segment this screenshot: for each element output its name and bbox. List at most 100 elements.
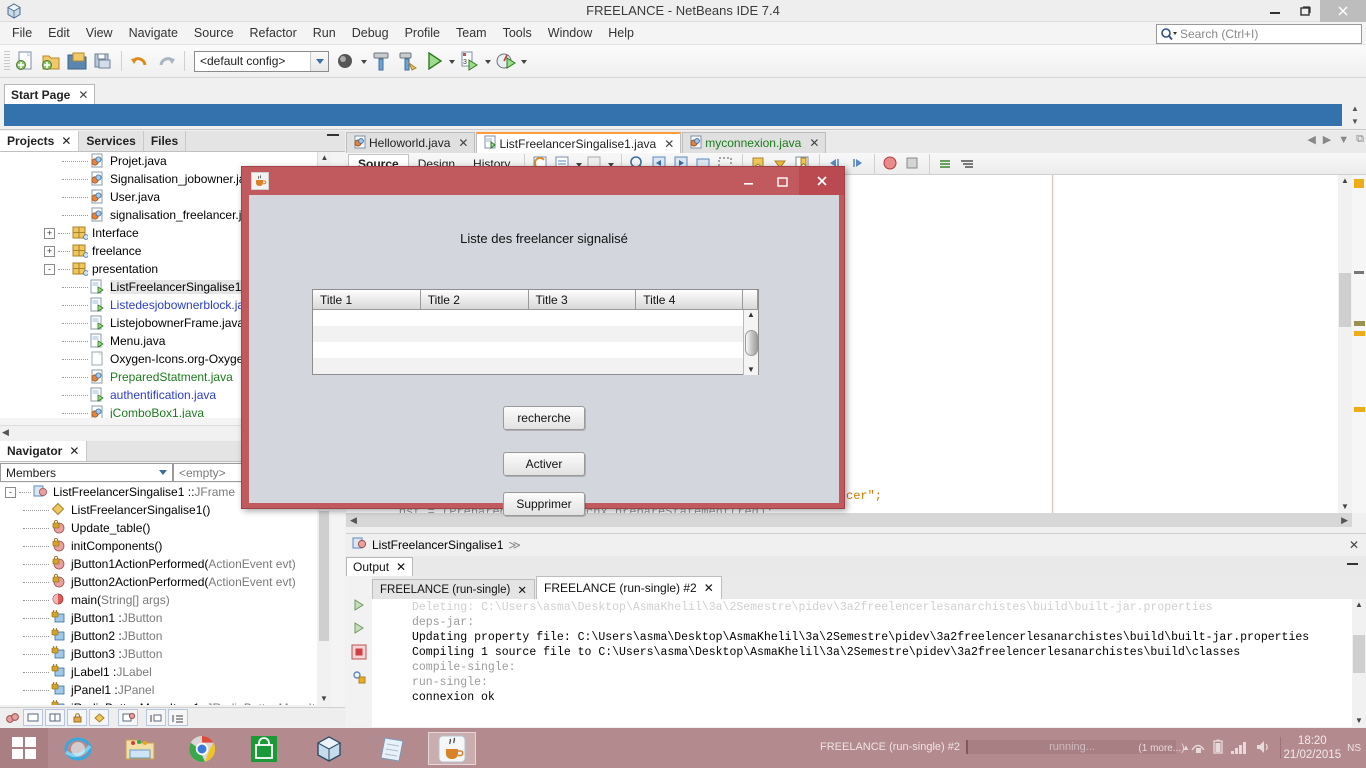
search-input[interactable]: Search (Ctrl+I) [1156,24,1362,44]
navigator-item[interactable]: jButton2 : JButton [0,627,331,645]
table-row[interactable] [313,342,744,358]
filter-icon[interactable] [118,709,138,726]
chevron-left-icon[interactable]: ◀ [2,427,9,438]
show-constructors-icon[interactable] [89,709,109,726]
format-icon[interactable] [958,154,978,174]
menu-file[interactable]: File [4,23,40,44]
notepad-icon[interactable] [368,732,416,765]
clock[interactable]: 18:20 21/02/2015 [1284,734,1348,762]
tab-navigator[interactable]: Navigator ✕ [0,441,88,461]
scroll-tabs-right-icon[interactable]: ▶ [1323,133,1331,146]
java-netbeans-icon[interactable] [428,732,476,765]
chevron-down-icon[interactable]: ▼ [1338,501,1352,513]
stop-icon[interactable] [351,644,367,663]
table-row[interactable] [313,310,744,326]
inspect-icon[interactable] [936,154,956,174]
editor-hscrollbar[interactable]: ◀ ▶ [346,513,1352,527]
output-subtab-freelance-run-single[interactable]: FREELANCE (run-single) ✕ [372,579,536,599]
chevron-up-icon[interactable]: ▲ [318,152,331,164]
navigator-item[interactable]: jButton2ActionPerformed(ActionEvent evt) [0,573,331,591]
editor-annotation-bar[interactable] [1352,175,1366,513]
internet-explorer-icon[interactable] [54,732,102,765]
menu-window[interactable]: Window [540,23,600,44]
tab-projects[interactable]: Projects ✕ [0,131,80,151]
stop-icon[interactable] [903,154,923,174]
minimize-button[interactable] [1260,0,1290,22]
warning-marker[interactable] [1354,179,1364,188]
show-fields-icon[interactable] [23,709,43,726]
open-project-icon[interactable] [65,49,89,73]
table-column-header[interactable]: Title 4 [636,290,743,310]
menu-debug[interactable]: Debug [344,23,397,44]
menu-navigate[interactable]: Navigate [121,23,186,44]
close-icon[interactable]: ✕ [69,444,79,458]
debug-project-icon[interactable]: 3 [458,49,482,73]
clean-build-icon[interactable] [396,49,420,73]
navigator-item[interactable]: jButton1ActionPerformed(ActionEvent evt) [0,555,331,573]
language-indicator[interactable]: NS [1347,743,1366,754]
occurrence-marker[interactable] [1354,321,1365,326]
toggle-breakpoint-icon[interactable] [881,154,901,174]
scroll-tabs-left-icon[interactable]: ◀ [1307,133,1315,146]
navigator-tree[interactable]: - ListFreelancerSingalise1 :: JFrame ListF… [0,483,331,705]
freelancer-table[interactable]: Title 1 Title 2 Title 3 Title 4 ▲ ▼ [312,289,759,375]
tab-files[interactable]: Files [143,131,187,151]
network-icon[interactable] [1187,739,1209,758]
minimize-dock-icon[interactable] [327,134,339,136]
table-vscrollbar[interactable]: ▲ ▼ [743,310,758,375]
tray-more-label[interactable]: (1 more...) [1138,743,1186,754]
navigator-item[interactable]: jButton3 : JButton [0,645,331,663]
expand-icon[interactable]: + [44,245,55,257]
supprimer-button[interactable]: Supprimer [503,492,585,516]
navigator-item[interactable]: Update_table() [0,519,331,537]
close-icon[interactable]: ✕ [78,88,88,102]
editor-tab-helloworld[interactable]: Helloworld.java ✕ [346,132,476,153]
windows-store-icon[interactable] [240,732,288,765]
tab-list-icon[interactable]: ▼ [1338,134,1349,146]
collapse-icon[interactable]: - [5,486,16,498]
output-scroll-thumb[interactable] [1353,635,1365,673]
chevron-down-icon[interactable]: ▼ [317,693,331,705]
profile-project-icon[interactable] [494,49,518,73]
settings-icon[interactable] [351,669,367,688]
editor-scroll-thumb[interactable] [1339,273,1351,327]
close-button[interactable] [799,167,844,195]
set-configuration-icon[interactable] [334,49,358,73]
run-project-icon[interactable] [422,49,446,73]
set-configuration-dropdown-icon[interactable] [359,49,369,73]
minimize-button[interactable] [731,167,765,195]
table-row[interactable] [313,326,744,342]
sort-alphabetically-icon[interactable] [146,709,166,726]
configuration-combo[interactable]: <default config> [194,50,329,72]
output-text[interactable]: Deleting: C:\Users\asma\Desktop\AsmaKhel… [372,599,1358,727]
new-project-icon[interactable] [39,49,63,73]
expand-icon[interactable]: + [44,227,55,239]
chevron-down-icon[interactable]: ▼ [1351,117,1359,126]
table-scroll-thumb[interactable] [744,329,758,356]
table-column-header[interactable]: Title 3 [528,290,637,310]
navigator-view-combo[interactable]: Members [0,463,173,482]
navigator-item[interactable]: main(String[] args) [0,591,331,609]
virtualbox-icon[interactable] [305,732,353,765]
chevron-right-icon[interactable]: ▶ [1341,515,1352,526]
editor-vscrollbar[interactable]: ▲ ▼ [1338,175,1352,513]
output-subtab-freelance-run-single-2[interactable]: FREELANCE (run-single) #2 ✕ [536,576,722,599]
signal-icon[interactable] [1227,739,1251,758]
chevron-up-icon[interactable]: ▲ [747,310,755,320]
debug-project-dropdown-icon[interactable] [483,49,493,73]
chevron-down-icon[interactable] [154,464,172,481]
navigator-vscrollbar[interactable]: ▲ ▼ [317,483,331,705]
close-icon[interactable]: ✕ [1349,538,1359,552]
navigator-item[interactable]: initComponents() [0,537,331,555]
close-icon[interactable]: ✕ [517,583,527,597]
maximize-editor-icon[interactable]: ⧉ [1356,133,1364,146]
close-icon[interactable]: ✕ [704,581,714,595]
close-icon[interactable]: ✕ [809,136,819,150]
menu-view[interactable]: View [78,23,121,44]
close-button[interactable] [1320,0,1366,22]
sort-by-source-icon[interactable] [168,709,188,726]
close-icon[interactable]: ✕ [61,134,71,148]
maximize-button[interactable] [765,167,799,195]
toolbar-grip[interactable] [4,51,10,71]
navigator-item[interactable]: jLabel1 : JLabel [0,663,331,681]
